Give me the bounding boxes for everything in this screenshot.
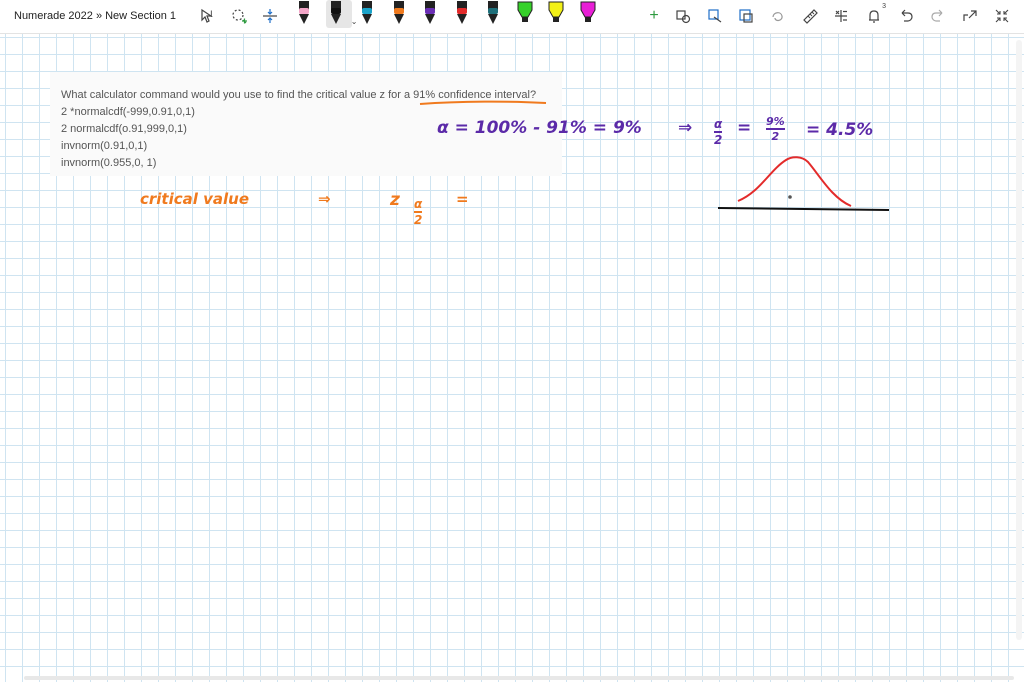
equals-sign: = — [737, 118, 752, 138]
highlighter-yellow-icon[interactable] — [546, 0, 566, 28]
select-text-icon[interactable]: I — [198, 6, 218, 26]
highlighter-magenta-icon[interactable] — [578, 0, 598, 28]
critical-value-label: critical value — [140, 190, 250, 208]
pen-orange-icon[interactable] — [389, 0, 409, 28]
half-alpha-numerator: α — [714, 117, 723, 131]
question-prompt: What calculator command would you use to… — [61, 89, 537, 101]
redo-icon[interactable] — [928, 6, 948, 26]
nine-over-two-fraction: 9% 2 — [766, 116, 785, 142]
z-symbol: z — [390, 190, 400, 210]
notebook-title[interactable]: Numerade 2022 » New Section 1 — [14, 10, 176, 22]
math-icon[interactable] — [831, 6, 851, 26]
ink-to-shape-icon[interactable] — [673, 6, 693, 26]
ink-replay-icon[interactable] — [768, 6, 788, 26]
add-pen-icon[interactable]: + — [644, 6, 664, 26]
pen-purple-icon[interactable] — [420, 0, 440, 28]
answer-option-1: 2 *normalcdf(-999,0.91,0,1) — [61, 106, 195, 118]
share-icon[interactable] — [960, 6, 980, 26]
arrow-implies-1: ⇒ — [678, 118, 693, 138]
two: 2 — [771, 130, 780, 143]
ink-to-text-icon[interactable] — [705, 6, 725, 26]
answer-option-4: invnorm(0.955,0, 1) — [61, 157, 157, 169]
notification-count: 3 — [882, 3, 886, 10]
crop-icon[interactable] — [736, 6, 756, 26]
half-alpha-fraction: α 2 — [714, 117, 723, 147]
insert-space-icon[interactable] — [260, 6, 280, 26]
vertical-scrollbar[interactable] — [1016, 40, 1022, 640]
arrow-implies-2: ⇒ — [318, 190, 331, 208]
undo-icon[interactable] — [896, 6, 916, 26]
pen-dark-teal-icon[interactable] — [483, 0, 503, 28]
toolbar: Numerade 2022 » New Section 1 I ⌄ + 3 — [0, 0, 1024, 34]
pen-red-icon[interactable] — [452, 0, 472, 28]
nine-percent: 9% — [766, 115, 785, 128]
z-subscript-fraction: α 2 — [414, 197, 423, 227]
svg-text:I: I — [210, 10, 213, 20]
lasso-icon[interactable] — [229, 6, 249, 26]
answer-option-2: 2 normalcdf(o.91,999,0,1) — [61, 123, 187, 135]
z-subscript-numerator: α — [414, 197, 423, 211]
alpha-equation: α = 100% - 91% = 9% — [437, 118, 642, 138]
pen-teal-icon[interactable] — [357, 0, 377, 28]
pen-black-icon[interactable]: ⌄ — [325, 0, 358, 28]
answer-option-3: invnorm(0.91,0,1) — [61, 140, 148, 152]
notifications-icon[interactable]: 3 — [864, 3, 886, 26]
pen-light-pink-icon[interactable] — [294, 0, 314, 28]
half-alpha-denominator: 2 — [714, 133, 723, 147]
z-subscript-denominator: 2 — [414, 213, 423, 227]
trailing-equals: = — [456, 190, 469, 208]
ruler-icon[interactable] — [800, 6, 820, 26]
horizontal-scrollbar[interactable] — [24, 676, 1014, 680]
result-percent: = 4.5% — [806, 120, 874, 140]
highlighter-green-icon[interactable] — [515, 0, 535, 28]
fullscreen-icon[interactable] — [992, 6, 1012, 26]
